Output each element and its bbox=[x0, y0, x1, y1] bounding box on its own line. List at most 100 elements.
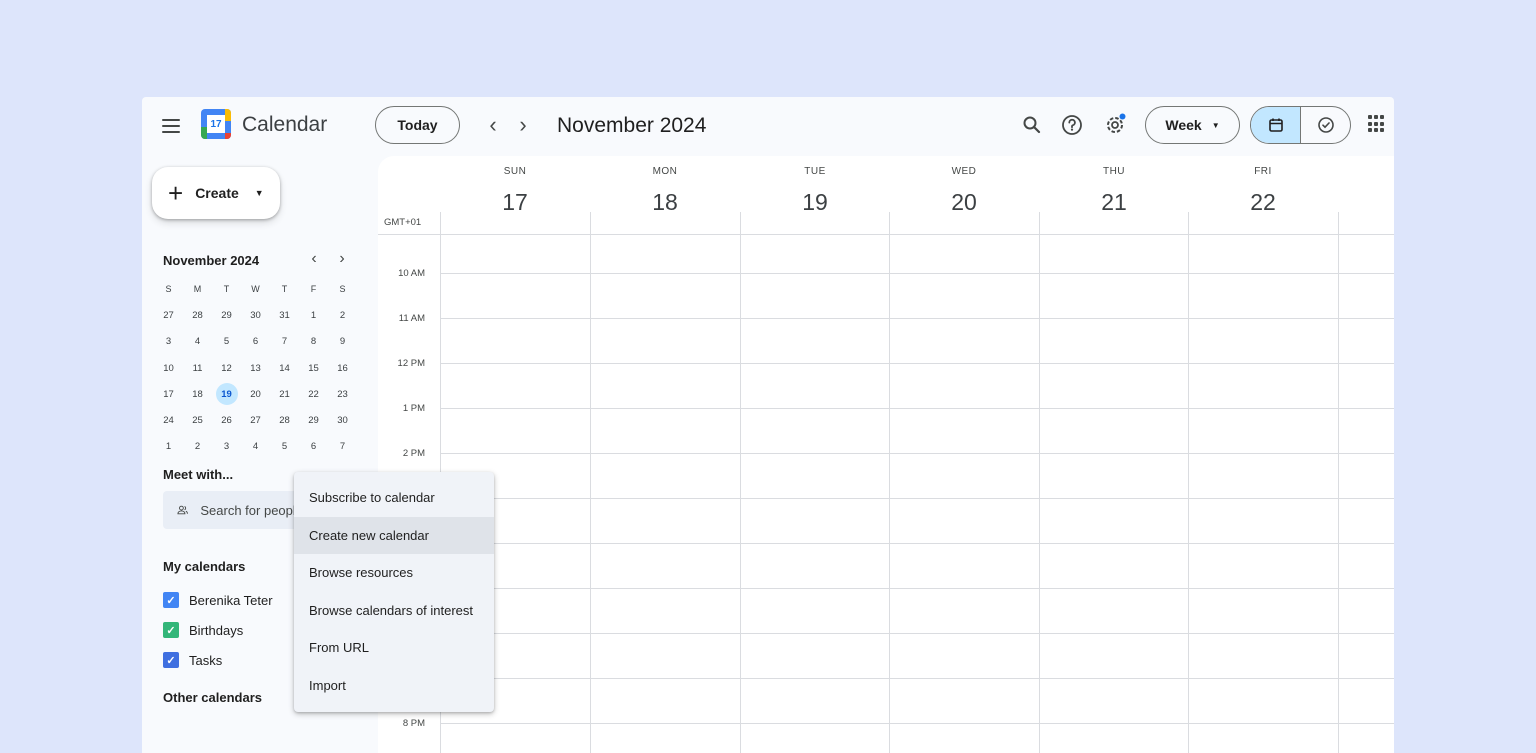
menu-item[interactable]: Import bbox=[294, 667, 494, 705]
mini-day[interactable]: 30 bbox=[241, 302, 270, 328]
mini-day[interactable]: 2 bbox=[183, 434, 212, 460]
mini-day[interactable]: 4 bbox=[183, 329, 212, 355]
calendar-item[interactable]: ✓ Tasks bbox=[163, 650, 222, 670]
mini-day[interactable]: 15 bbox=[299, 355, 328, 381]
header-divider bbox=[378, 234, 1394, 235]
day-header[interactable]: MON 18 bbox=[590, 156, 740, 216]
mini-day[interactable]: 26 bbox=[212, 407, 241, 433]
next-week-icon[interactable]: › bbox=[511, 111, 535, 139]
mini-dow-label: M bbox=[193, 284, 202, 295]
search-icon[interactable] bbox=[1018, 111, 1046, 139]
hour-divider bbox=[440, 363, 1394, 364]
checkbox-icon[interactable]: ✓ bbox=[163, 652, 179, 668]
mini-day-number: 27 bbox=[163, 309, 174, 321]
mini-day[interactable]: 25 bbox=[183, 407, 212, 433]
day-number: 22 bbox=[1250, 189, 1276, 215]
mini-day[interactable]: 24 bbox=[154, 407, 183, 433]
mini-day[interactable]: 14 bbox=[270, 355, 299, 381]
hour-divider bbox=[440, 723, 1394, 724]
create-button[interactable]: + Create ▼ bbox=[152, 167, 280, 219]
mini-day[interactable]: 12 bbox=[212, 355, 241, 381]
task-check-icon bbox=[1317, 117, 1334, 133]
day-header[interactable]: THU 21 bbox=[1039, 156, 1189, 216]
mini-day[interactable]: 11 bbox=[183, 355, 212, 381]
mini-day[interactable]: 30 bbox=[328, 407, 357, 433]
mini-day[interactable]: 2 bbox=[328, 302, 357, 328]
time-label: 11 AM bbox=[398, 313, 425, 324]
day-header[interactable]: FRI 22 bbox=[1188, 156, 1338, 216]
mini-day[interactable]: 31 bbox=[270, 302, 299, 328]
mini-prev-month-icon[interactable]: ‹ bbox=[305, 250, 323, 268]
mini-day[interactable]: 13 bbox=[241, 355, 270, 381]
mini-day[interactable]: 16 bbox=[328, 355, 357, 381]
mini-day[interactable]: 4 bbox=[241, 434, 270, 460]
search-people-input[interactable]: Search for people bbox=[163, 491, 303, 529]
mini-dow-label: T bbox=[223, 284, 230, 295]
mini-day[interactable]: 8 bbox=[299, 329, 328, 355]
mini-day[interactable]: 5 bbox=[270, 434, 299, 460]
mini-day[interactable]: 19 bbox=[212, 381, 241, 407]
help-icon[interactable] bbox=[1058, 111, 1086, 139]
mini-day-number: 21 bbox=[279, 388, 290, 400]
mini-day[interactable]: 3 bbox=[154, 329, 183, 355]
day-column-divider bbox=[889, 212, 890, 753]
calendar-item[interactable]: ✓ Birthdays bbox=[163, 620, 243, 640]
tasks-view-toggle[interactable] bbox=[1301, 107, 1350, 143]
checkbox-icon[interactable]: ✓ bbox=[163, 592, 179, 608]
mini-day[interactable]: 22 bbox=[299, 381, 328, 407]
mini-dow-label: S bbox=[339, 284, 346, 295]
mini-day[interactable]: 9 bbox=[328, 329, 357, 355]
settings-gear-icon[interactable] bbox=[1101, 111, 1129, 139]
calendar-item[interactable]: ✓ Berenika Teter bbox=[163, 590, 273, 610]
mini-day-number: 5 bbox=[223, 336, 230, 348]
time-label: 2 PM bbox=[402, 448, 425, 459]
mini-day[interactable]: 7 bbox=[328, 434, 357, 460]
hour-divider bbox=[440, 318, 1394, 319]
mini-next-month-icon[interactable]: › bbox=[333, 250, 351, 268]
menu-item[interactable]: Browse resources bbox=[294, 554, 494, 592]
chevron-down-icon: ▼ bbox=[254, 188, 264, 198]
hour-divider bbox=[440, 408, 1394, 409]
mini-day[interactable]: 27 bbox=[241, 407, 270, 433]
menu-item[interactable]: Create new calendar bbox=[294, 516, 494, 554]
mini-day-number: 19 bbox=[215, 383, 238, 406]
hour-divider bbox=[440, 588, 1394, 589]
menu-item[interactable]: From URL bbox=[294, 629, 494, 667]
hour-divider bbox=[440, 633, 1394, 634]
mini-day[interactable]: 27 bbox=[154, 302, 183, 328]
calendar-view-toggle[interactable] bbox=[1251, 107, 1301, 143]
mini-day[interactable]: 7 bbox=[270, 329, 299, 355]
day-header[interactable]: TUE 19 bbox=[740, 156, 890, 216]
mini-day[interactable]: 18 bbox=[183, 381, 212, 407]
mini-day[interactable]: 29 bbox=[212, 302, 241, 328]
menu-item[interactable]: Browse calendars of interest bbox=[294, 592, 494, 630]
today-button[interactable]: Today bbox=[375, 106, 460, 144]
main-menu-icon[interactable] bbox=[158, 113, 184, 139]
hour-divider bbox=[440, 543, 1394, 544]
mini-day[interactable]: 21 bbox=[270, 381, 299, 407]
view-selector-button[interactable]: Week ▼ bbox=[1145, 106, 1240, 144]
menu-item[interactable]: Subscribe to calendar bbox=[294, 479, 494, 517]
mini-day[interactable]: 28 bbox=[183, 302, 212, 328]
mini-day[interactable]: 10 bbox=[154, 355, 183, 381]
previous-week-icon[interactable]: ‹ bbox=[481, 111, 505, 139]
mini-day[interactable]: 1 bbox=[154, 434, 183, 460]
mini-day[interactable]: 29 bbox=[299, 407, 328, 433]
calendar-item-label: Berenika Teter bbox=[189, 592, 273, 608]
day-header[interactable]: SUN 17 bbox=[440, 156, 590, 216]
mini-day[interactable]: 20 bbox=[241, 381, 270, 407]
mini-day[interactable]: 3 bbox=[212, 434, 241, 460]
checkbox-icon[interactable]: ✓ bbox=[163, 622, 179, 638]
meet-with-title: Meet with... bbox=[163, 467, 234, 482]
mini-day[interactable]: 6 bbox=[299, 434, 328, 460]
google-apps-icon[interactable] bbox=[1368, 115, 1386, 133]
mini-day-number: 11 bbox=[192, 362, 203, 374]
mini-day[interactable]: 23 bbox=[328, 381, 357, 407]
mini-day[interactable]: 5 bbox=[212, 329, 241, 355]
mini-day[interactable]: 17 bbox=[154, 381, 183, 407]
mini-day[interactable]: 1 bbox=[299, 302, 328, 328]
mini-day-number: 30 bbox=[250, 309, 261, 321]
day-header[interactable]: WED 20 bbox=[889, 156, 1039, 216]
mini-day[interactable]: 28 bbox=[270, 407, 299, 433]
mini-day[interactable]: 6 bbox=[241, 329, 270, 355]
